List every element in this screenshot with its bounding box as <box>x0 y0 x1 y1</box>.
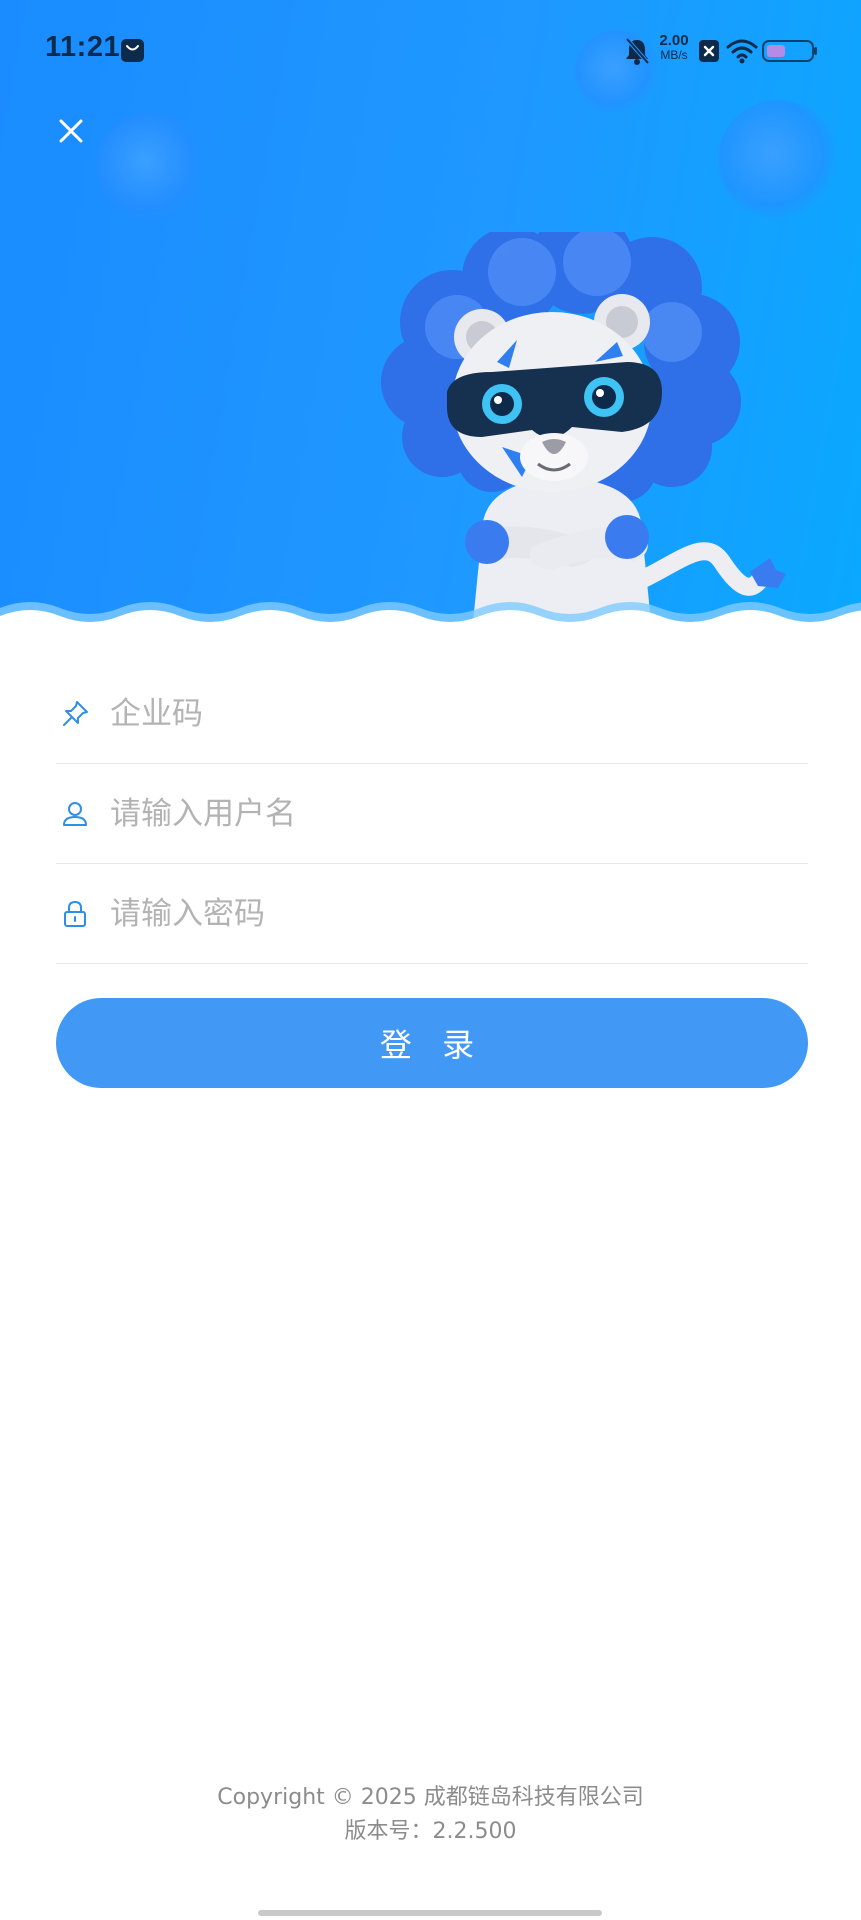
login-screen: 11:21 2.00 MB/s 企业码 请输入用户名 登 录 Copyright… <box>0 0 861 1920</box>
shopping-bag-icon <box>121 39 144 62</box>
battery-icon <box>762 40 817 62</box>
version-text: 版本号：2.2.500 <box>344 1819 517 1844</box>
username-field <box>56 764 808 864</box>
sim-icon <box>699 40 719 62</box>
login-form <box>56 664 808 964</box>
bell-muted-icon <box>625 37 650 65</box>
close-icon[interactable] <box>52 112 90 150</box>
user-icon <box>63 801 87 826</box>
password-field <box>56 864 808 964</box>
copyright-text: Copyright © 2025 成都链岛科技有限公司 <box>217 1785 644 1810</box>
password-input[interactable] <box>110 883 808 944</box>
decor-bubble <box>718 100 838 220</box>
lion-mascot <box>381 232 786 630</box>
company-code-input[interactable] <box>110 683 808 744</box>
pin-icon <box>63 700 88 726</box>
status-time: 11:21 <box>45 31 121 63</box>
wifi-icon <box>726 39 758 64</box>
network-speed: 2.00 MB/s <box>654 32 694 62</box>
network-speed-value: 2.00 <box>659 32 689 49</box>
footer: Copyright © 2025 成都链岛科技有限公司 版本号：2.2.500 <box>0 1781 861 1849</box>
network-speed-unit: MB/s <box>660 48 688 62</box>
company-code-field <box>56 664 808 764</box>
lock-icon <box>64 900 86 927</box>
decor-bubble <box>96 112 206 222</box>
status-bar: 11:21 2.00 MB/s <box>0 0 861 100</box>
username-input[interactable] <box>110 783 808 844</box>
wave-divider <box>0 602 861 630</box>
login-button[interactable]: 登 录 <box>56 998 808 1088</box>
home-indicator[interactable] <box>258 1910 602 1916</box>
